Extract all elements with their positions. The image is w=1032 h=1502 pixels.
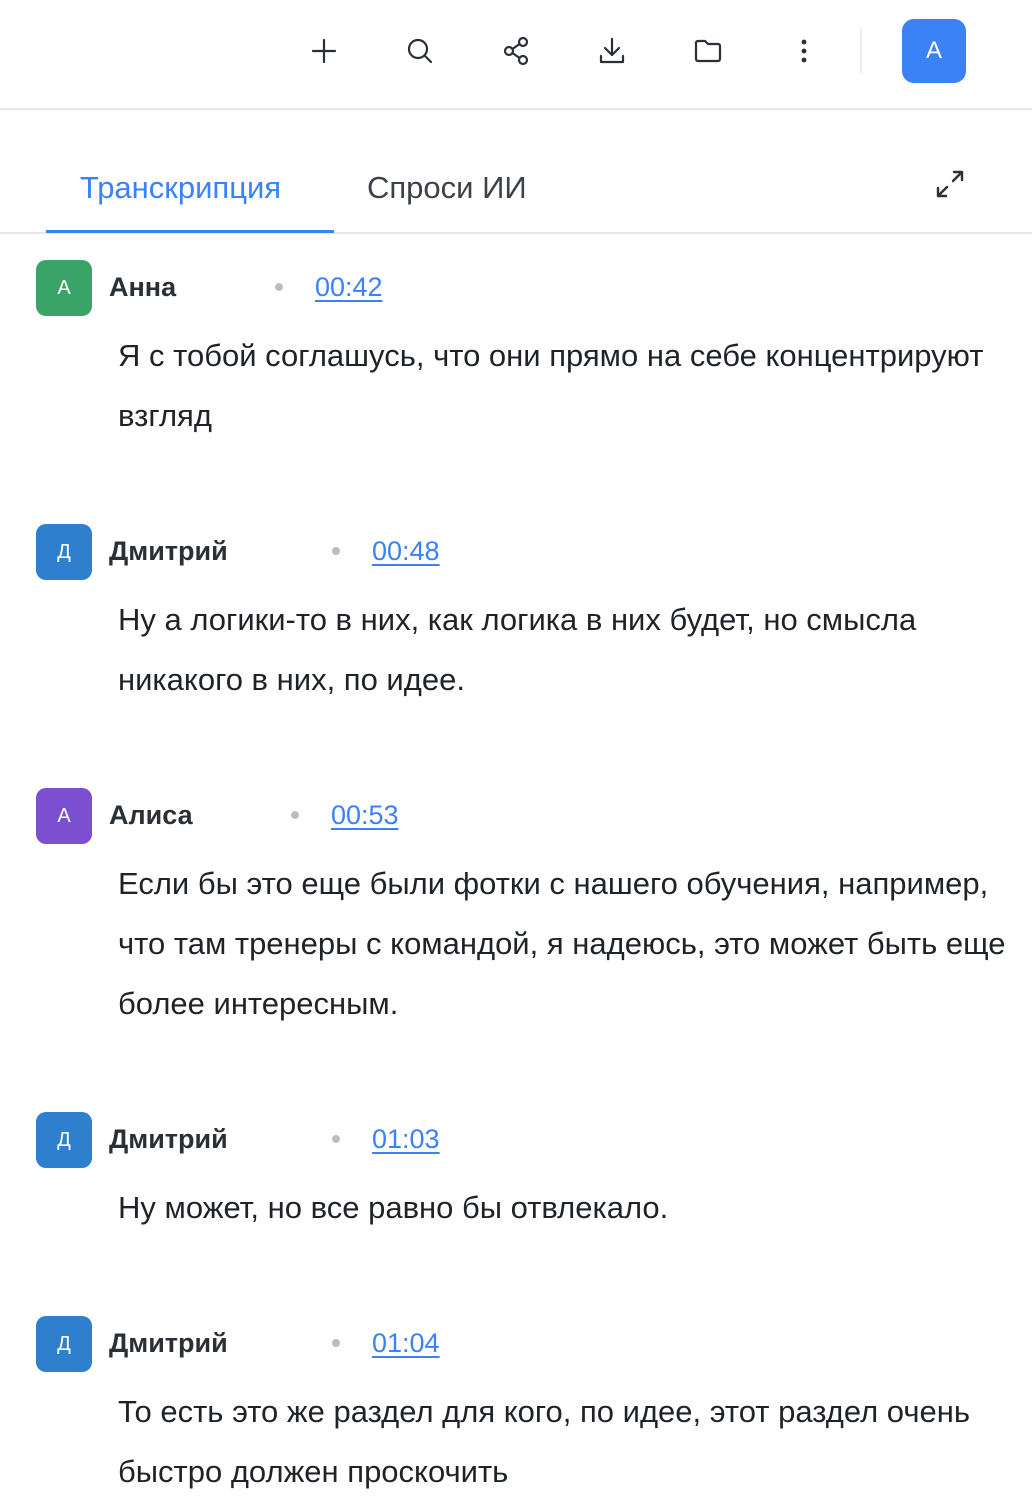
utterance-text: Ну может, но все равно бы отвлекало. bbox=[118, 1190, 669, 1225]
plus-icon[interactable] bbox=[300, 27, 348, 75]
toolbar-divider bbox=[860, 28, 862, 74]
speaker-name: Дмитрий bbox=[109, 536, 228, 566]
download-icon[interactable] bbox=[588, 27, 636, 75]
speaker-avatar: Д bbox=[36, 1112, 92, 1168]
separator-dot bbox=[275, 283, 283, 291]
search-icon[interactable] bbox=[396, 27, 444, 75]
timestamp-link[interactable]: 00:42 bbox=[315, 272, 383, 303]
utterance-text: Я с тобой соглашусь, что они прямо на се… bbox=[118, 338, 984, 433]
utterance-text: То есть это же раздел для кого, по идее,… bbox=[118, 1394, 970, 1489]
utterance-text: Если бы это еще были фотки с нашего обуч… bbox=[118, 866, 1006, 1021]
separator-dot bbox=[332, 547, 340, 555]
speaker-name: Дмитрий bbox=[109, 1328, 228, 1358]
utterance-text: Ну а логики-то в них, как логика в них б… bbox=[118, 602, 917, 697]
active-tab-indicator bbox=[46, 230, 334, 233]
user-avatar[interactable]: А bbox=[902, 19, 966, 83]
speaker-avatar: А bbox=[36, 788, 92, 844]
separator-dot bbox=[332, 1135, 340, 1143]
tab-ask-ai[interactable]: Спроси ИИ bbox=[367, 162, 527, 234]
more-vertical-icon[interactable] bbox=[780, 27, 828, 75]
timestamp-link[interactable]: 01:03 bbox=[372, 1124, 440, 1155]
speaker-name: Алиса bbox=[109, 800, 193, 830]
share-icon[interactable] bbox=[492, 27, 540, 75]
timestamp-link[interactable]: 00:48 bbox=[372, 536, 440, 567]
speaker-avatar: А bbox=[36, 260, 92, 316]
timestamp-link[interactable]: 01:04 bbox=[372, 1328, 440, 1359]
tab-transcription[interactable]: Транскрипция bbox=[80, 162, 281, 234]
speaker-avatar: Д bbox=[36, 524, 92, 580]
timestamp-link[interactable]: 00:53 bbox=[331, 800, 399, 831]
speaker-avatar: Д bbox=[36, 1316, 92, 1372]
speaker-name: Анна bbox=[109, 272, 177, 302]
folder-icon[interactable] bbox=[684, 27, 732, 75]
expand-icon[interactable] bbox=[930, 164, 970, 204]
speaker-name: Дмитрий bbox=[109, 1124, 228, 1154]
tab-bar: Транскрипция Спроси ИИ bbox=[0, 110, 1032, 234]
top-toolbar: А bbox=[0, 0, 1032, 110]
separator-dot bbox=[291, 811, 299, 819]
separator-dot bbox=[332, 1339, 340, 1347]
